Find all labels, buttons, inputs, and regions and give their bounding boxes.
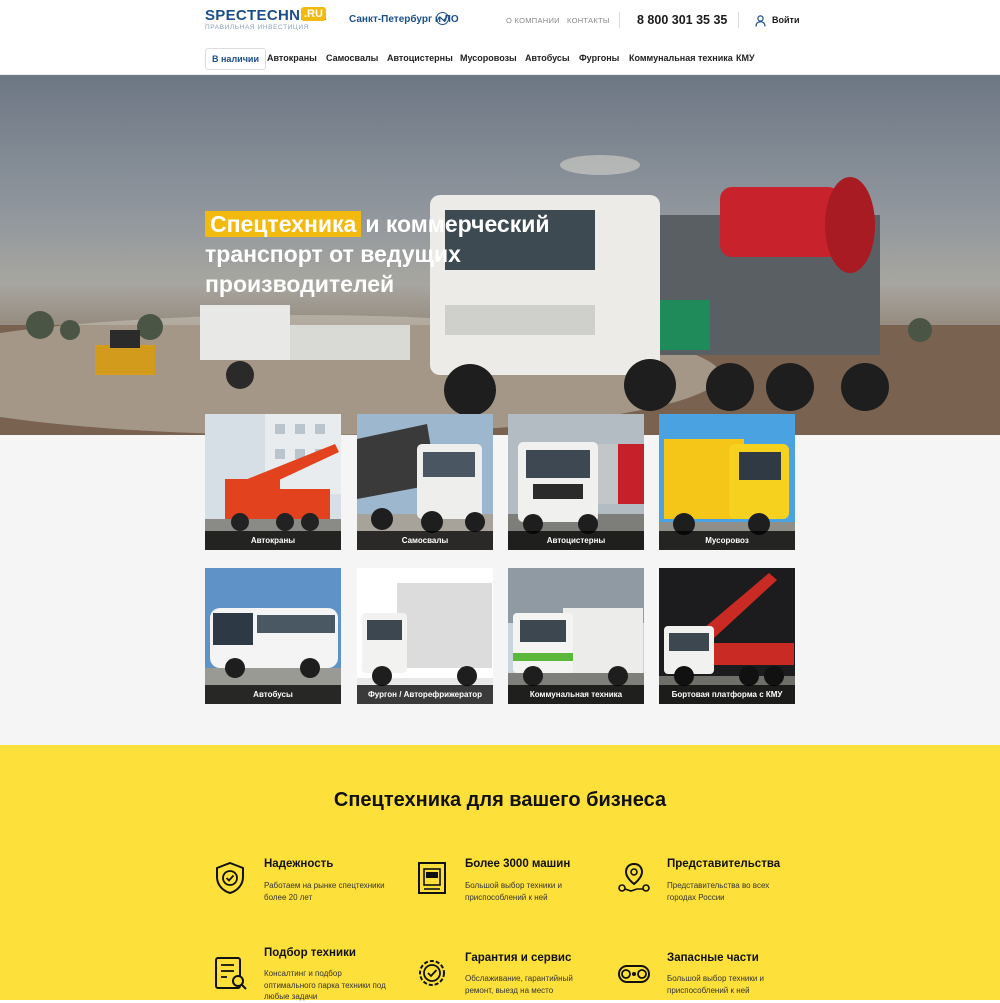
phone-number[interactable]: 8 800 301 35 35 — [637, 13, 727, 27]
hero-highlight: Спецтехника — [205, 211, 362, 237]
feature-title: Запасные части — [667, 952, 759, 964]
category-label: Автокраны — [205, 531, 341, 550]
top-header: SPECTECHNIKA .RU правильная инвестиция С… — [0, 0, 1000, 40]
garbage-truck-image — [659, 414, 795, 550]
feature-title: Представительства — [667, 858, 781, 870]
feature-text: Большой выбор техники и приспособлений к… — [667, 974, 765, 995]
user-icon[interactable] — [755, 14, 766, 32]
category-label: Фургон / Авторефрижератор — [357, 685, 493, 704]
category-card-municipal[interactable]: Коммунальная техника — [508, 568, 644, 704]
crane-platform-truck-image — [659, 568, 795, 704]
crane-truck-image — [205, 414, 341, 550]
catalog-truck-icon — [418, 862, 446, 894]
nav-item-vans[interactable]: Фургоны — [579, 48, 619, 70]
nav-item-garbage-trucks[interactable]: Мусоровозы — [460, 48, 517, 70]
business-title: Спецтехника для вашего бизнеса — [333, 789, 667, 811]
category-label: Автобусы — [205, 685, 341, 704]
nav-item-kmu[interactable]: КМУ — [736, 48, 755, 70]
feature-text: Представительства во всех городах России — [667, 881, 770, 902]
feature-title: Более 3000 машин — [465, 858, 571, 870]
nav-item-municipal[interactable]: Коммунальная техника — [629, 48, 733, 70]
category-card-tankers[interactable]: Автоцистерны — [508, 414, 644, 550]
feature-text: Работаем на рынке спецтехники более 20 л… — [264, 881, 385, 902]
category-label: Автоцистерны — [508, 531, 644, 550]
category-card-kmu-platform[interactable]: Бортовая платформа с КМУ — [659, 568, 795, 704]
feature-text: Обслаживание, гарантийный ремонт, выезд … — [465, 974, 573, 995]
contacts-link[interactable]: КОНТАКТЫ — [567, 16, 610, 25]
logo-ru-badge: .RU — [301, 7, 326, 21]
site-logo[interactable]: SPECTECHNIKA .RU правильная инвестиция — [205, 7, 327, 35]
category-card-dump-trucks[interactable]: Самосвалы — [357, 414, 493, 550]
hero-banner: Спецтехника и коммерческий транспорт от в… — [0, 75, 1000, 435]
logo-tagline: правильная инвестиция — [205, 24, 309, 31]
shield-check-icon — [216, 861, 244, 895]
main-nav: В наличии Автокраны Самосвалы Автоцистер… — [0, 40, 1000, 75]
municipal-truck-image — [508, 568, 644, 704]
category-label: Коммунальная техника — [508, 685, 644, 704]
nav-item-buses[interactable]: Автобусы — [525, 48, 570, 70]
business-section: Спецтехника для вашего бизнеса Надежност… — [0, 745, 1000, 1001]
feature-text: Большой выбор техники и приспособлений к… — [465, 881, 563, 902]
feature-title: Гарантия и сервис — [465, 952, 572, 964]
divider — [619, 12, 620, 28]
bus-image — [205, 568, 341, 704]
nav-item-cranes[interactable]: Автокраны — [267, 48, 317, 70]
gear-check-icon — [419, 960, 445, 986]
hero-title: Спецтехника и коммерческий транспорт от в… — [205, 209, 565, 299]
feature-text: Консалтинг и подбор оптимального парка т… — [264, 969, 386, 1001]
category-card-vans[interactable]: Фургон / Авторефрижератор — [357, 568, 493, 704]
category-label: Самосвалы — [357, 531, 493, 550]
login-link[interactable]: Войти — [772, 15, 799, 25]
crawler-track-icon — [618, 965, 650, 983]
category-label: Бортовая платформа с КМУ — [659, 685, 795, 704]
checklist-search-icon — [215, 957, 247, 990]
nav-item-in-stock[interactable]: В наличии — [205, 48, 266, 70]
nav-item-dump-trucks[interactable]: Самосвалы — [326, 48, 378, 70]
dump-truck-image — [357, 414, 493, 550]
categories-background — [0, 435, 1000, 745]
nav-item-tankers[interactable]: Автоцистерны — [387, 48, 453, 70]
divider — [738, 12, 739, 28]
category-card-cranes[interactable]: Автокраны — [205, 414, 341, 550]
feature-title: Надежность — [264, 858, 334, 870]
chevron-down-icon[interactable] — [436, 12, 449, 25]
feature-title: Подбор техники — [264, 947, 356, 959]
box-van-image — [357, 568, 493, 704]
tanker-truck-image — [508, 414, 644, 550]
category-card-garbage-trucks[interactable]: Мусоровоз — [659, 414, 795, 550]
category-card-buses[interactable]: Автобусы — [205, 568, 341, 704]
map-pins-icon — [618, 862, 650, 892]
about-link[interactable]: О КОМПАНИИ — [506, 16, 560, 25]
category-label: Мусоровоз — [659, 531, 795, 550]
